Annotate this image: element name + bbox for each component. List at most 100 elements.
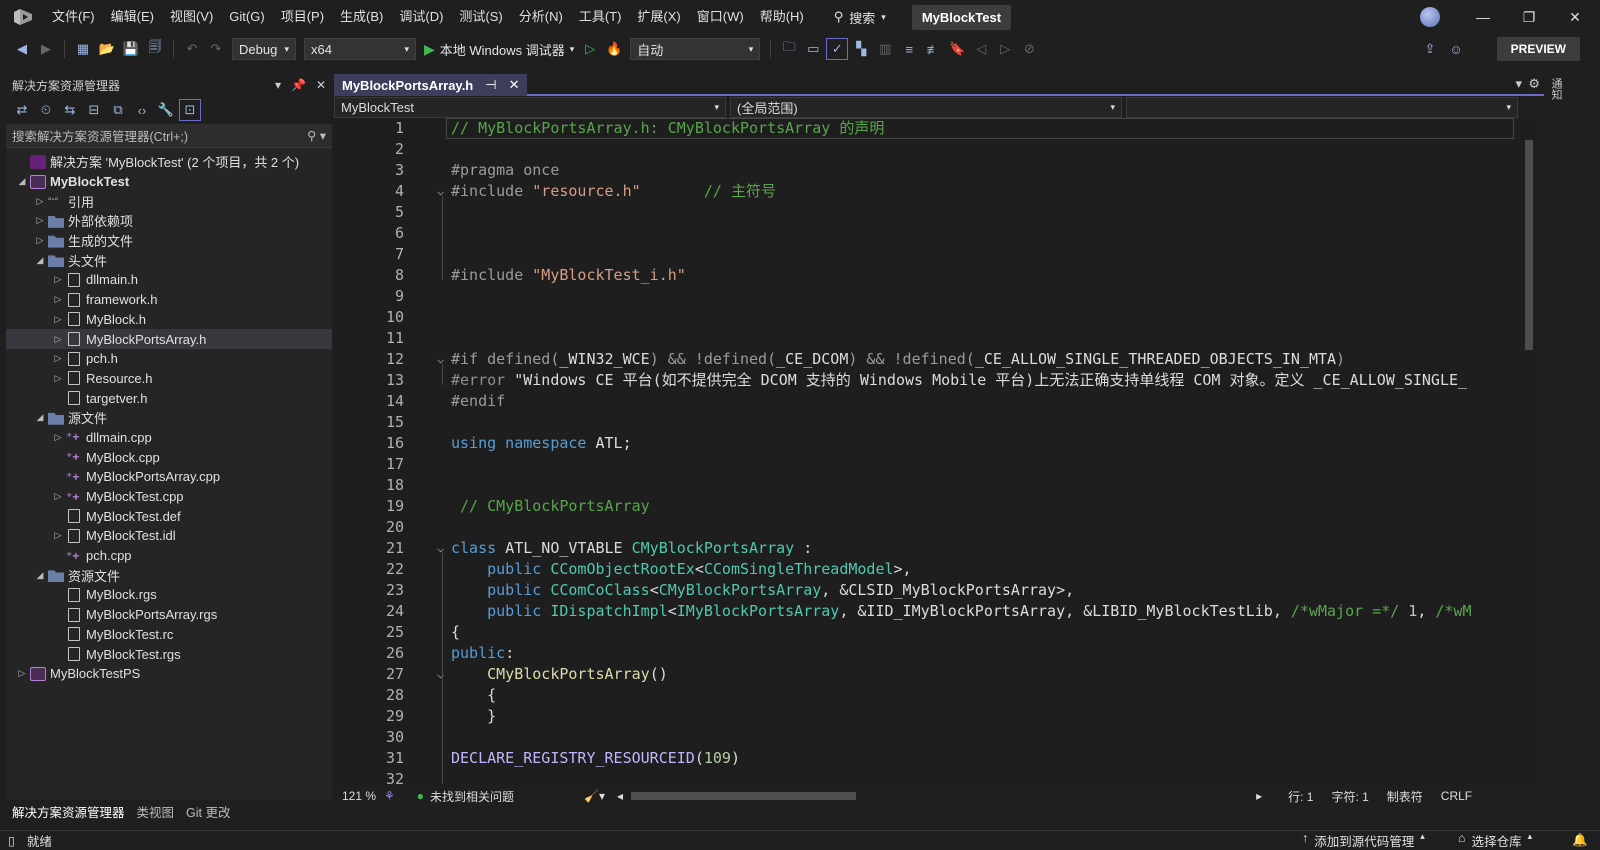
code-line[interactable]: 12 ⌵ #if defined(_WIN32_WCE) && !defined(_…: [334, 349, 1518, 370]
vertical-scrollbar[interactable]: [1522, 118, 1536, 786]
panel-menu-icon[interactable]: ▾: [275, 78, 281, 92]
expanded-arrow-icon[interactable]: ◢: [32, 570, 48, 581]
preview-selected-icon[interactable]: ⊡: [179, 99, 201, 121]
bookmark-icon[interactable]: 🔖: [946, 38, 968, 60]
minimize-button[interactable]: —: [1460, 0, 1506, 34]
code-line[interactable]: 20: [334, 517, 1518, 538]
hot-reload-icon[interactable]: 🔥: [603, 38, 625, 60]
tab-myblockportsarray-h[interactable]: MyBlockPortsArray.h ⊣ ✕: [334, 74, 528, 96]
save-icon[interactable]: 💾: [120, 38, 142, 60]
menu-item[interactable]: 调试(D): [391, 0, 451, 34]
menu-item[interactable]: 视图(V): [162, 0, 221, 34]
menu-item[interactable]: 窗口(W): [689, 0, 752, 34]
spell-check-icon[interactable]: ✓: [826, 38, 849, 60]
tree-item[interactable]: MyBlockTest.rc: [6, 625, 332, 645]
collapsed-arrow-icon[interactable]: ▷: [14, 668, 30, 679]
notifications-strip[interactable]: 通知: [1544, 74, 1564, 822]
close-icon[interactable]: ✕: [316, 78, 326, 92]
code-line[interactable]: 9: [334, 286, 1518, 307]
code-line[interactable]: 10: [334, 307, 1518, 328]
tree-item[interactable]: ◢ 头文件: [6, 250, 332, 270]
char-indicator[interactable]: 字符: 1: [1331, 788, 1368, 805]
tree-item[interactable]: ▷ MyBlockTest.idl: [6, 526, 332, 546]
tree-item[interactable]: ◢ 源文件: [6, 408, 332, 428]
search-button[interactable]: ⚲ 搜索 ▾: [826, 8, 894, 27]
new-project-icon[interactable]: ▦: [72, 38, 94, 60]
undo-icon[interactable]: ↶: [181, 38, 203, 60]
code-line[interactable]: 2: [334, 139, 1518, 160]
tree-item[interactable]: ▷ MyBlockPortsArray.h: [6, 329, 332, 349]
format-icon[interactable]: ▥: [874, 38, 896, 60]
code-cleanup-icon[interactable]: 🧹▾: [584, 789, 605, 803]
collapsed-arrow-icon[interactable]: ▷: [50, 432, 66, 443]
tree-item[interactable]: ▷ ⁺+ dllmain.cpp: [6, 428, 332, 448]
panel-tab[interactable]: 类视图: [131, 802, 181, 821]
output-icon[interactable]: ▯: [8, 833, 15, 848]
panel-tab[interactable]: Git 更改: [180, 802, 236, 821]
code-line[interactable]: 31 DECLARE_REGISTRY_RESOURCEID(109): [334, 748, 1518, 769]
tree-item[interactable]: ◢ MyBlockTest: [6, 172, 332, 192]
save-all-icon[interactable]: 🗐: [144, 38, 166, 60]
tree-item[interactable]: MyBlockPortsArray.rgs: [6, 605, 332, 625]
collapsed-arrow-icon[interactable]: ▷: [50, 294, 66, 305]
line-indicator[interactable]: 行: 1: [1288, 788, 1313, 805]
collapsed-arrow-icon[interactable]: ▷: [50, 530, 66, 541]
expanded-arrow-icon[interactable]: ◢: [32, 255, 48, 266]
notifications-bell-icon[interactable]: 🔔: [1572, 833, 1588, 848]
close-tab-icon[interactable]: ✕: [509, 77, 520, 93]
code-line[interactable]: 17: [334, 454, 1518, 475]
menu-item[interactable]: 项目(P): [273, 0, 332, 34]
zoom-level[interactable]: 121 %: [334, 789, 384, 803]
solution-name-badge[interactable]: MyBlockTest: [911, 4, 1012, 30]
tree-item[interactable]: ▷ 外部依赖项: [6, 211, 332, 231]
tree-item[interactable]: ⁺+ MyBlockPortsArray.cpp: [6, 467, 332, 487]
code-line[interactable]: 19 // CMyBlockPortsArray: [334, 496, 1518, 517]
tree-item[interactable]: MyBlockTest.rgs: [6, 644, 332, 664]
preview-button[interactable]: PREVIEW: [1496, 37, 1580, 61]
code-line[interactable]: 22 public CComObjectRootEx<CComSingleThr…: [334, 559, 1518, 580]
comment-icon[interactable]: ≡: [898, 38, 920, 60]
tree-item[interactable]: ⁺+ MyBlock.cpp: [6, 447, 332, 467]
code-line[interactable]: 13 #error "Windows CE 平台(如不提供完全 DCOM 支持的 …: [334, 370, 1518, 391]
window-layout-icon[interactable]: ▭: [802, 38, 824, 60]
configuration-dropdown[interactable]: Debug ▾: [232, 38, 296, 60]
code-line[interactable]: 7: [334, 244, 1518, 265]
code-line[interactable]: 29 }: [334, 706, 1518, 727]
visual-studio-logo-icon[interactable]: [12, 6, 34, 28]
tree-item[interactable]: ▷ 生成的文件: [6, 231, 332, 251]
tab-list-icon[interactable]: ▾: [1515, 76, 1522, 92]
code-line[interactable]: 27 ⌵ CMyBlockPortsArray(): [334, 664, 1518, 685]
auto-dropdown[interactable]: 自动 ▾: [630, 38, 761, 60]
code-line[interactable]: 21 ⌵ class ATL_NO_VTABLE CMyBlockPortsArra…: [334, 538, 1518, 559]
tree-item[interactable]: ▷ pch.h: [6, 349, 332, 369]
tree-item[interactable]: 解决方案 'MyBlockTest' (2 个项目，共 2 个): [6, 152, 332, 172]
clear-bookmarks-icon[interactable]: ⊘: [1018, 38, 1040, 60]
code-line[interactable]: 3 #pragma once: [334, 160, 1518, 181]
collapsed-arrow-icon[interactable]: ▷: [50, 274, 66, 285]
pin-icon[interactable]: 📌: [291, 78, 306, 92]
start-debugging-button[interactable]: ▶ 本地 Windows 调试器 ▾: [424, 40, 574, 59]
tree-item[interactable]: ▷ MyBlockTestPS: [6, 664, 332, 684]
code-line[interactable]: 26 public:: [334, 643, 1518, 664]
uncomment-icon[interactable]: ≢: [922, 38, 944, 60]
menu-item[interactable]: 测试(S): [451, 0, 510, 34]
open-file-icon[interactable]: 📂: [96, 38, 118, 60]
tree-item[interactable]: MyBlock.rgs: [6, 585, 332, 605]
code-view-icon[interactable]: ‹›: [131, 99, 153, 121]
expanded-arrow-icon[interactable]: ◢: [14, 176, 30, 187]
navigate-forward-icon[interactable]: ▶: [35, 38, 57, 60]
add-to-source-control-button[interactable]: ↑ 添加到源代码管理 ▴: [1302, 831, 1425, 850]
tabs-indicator[interactable]: 制表符: [1387, 788, 1423, 805]
tree-item[interactable]: ◢ 资源文件: [6, 565, 332, 585]
solution-search-input[interactable]: 搜索解决方案资源管理器(Ctrl+;) ⚲ ▾: [6, 124, 332, 148]
menu-item[interactable]: 帮助(H): [752, 0, 812, 34]
code-line[interactable]: 8 #include "MyBlockTest_i.h": [334, 265, 1518, 286]
scroll-left-icon[interactable]: ◂: [617, 789, 623, 803]
copilot-icon[interactable]: ⚘: [384, 789, 395, 803]
expanded-arrow-icon[interactable]: ◢: [32, 412, 48, 423]
tree-item[interactable]: ▷ ▫-▫ 引用: [6, 191, 332, 211]
menu-item[interactable]: 扩展(X): [629, 0, 688, 34]
code-line[interactable]: 15: [334, 412, 1518, 433]
menu-item[interactable]: 文件(F): [44, 0, 103, 34]
collapsed-arrow-icon[interactable]: ▷: [32, 196, 48, 207]
